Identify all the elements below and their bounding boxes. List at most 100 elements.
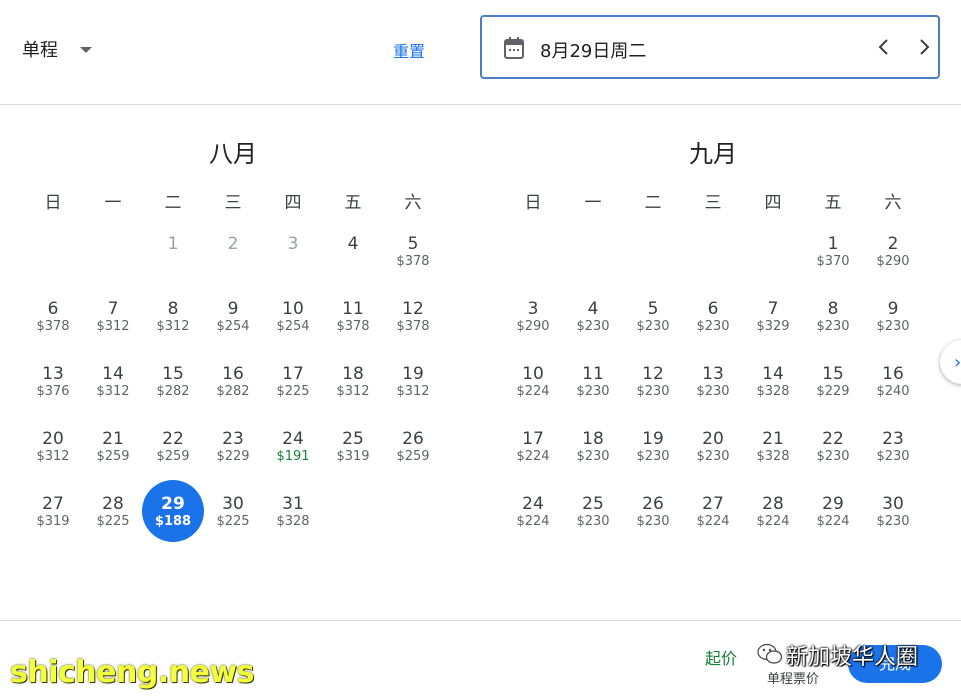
day-cell[interactable]: 5 $230	[623, 291, 683, 356]
day-cell[interactable]: 15 $229	[803, 356, 863, 421]
day-cell[interactable]: 19 $230	[623, 421, 683, 486]
day-cell[interactable]: 4 $230	[563, 291, 623, 356]
day-cell[interactable]: 12 $230	[623, 356, 683, 421]
day-cell[interactable]: 28 $225	[83, 486, 143, 551]
day-cell[interactable]: 13 $230	[683, 356, 743, 421]
day-cell[interactable]: 7 $329	[743, 291, 803, 356]
day-cell[interactable]: 16 $282	[203, 356, 263, 421]
day-cell[interactable]: 30 $225	[203, 486, 263, 551]
departure-date-field[interactable]: 8月29日周二	[480, 15, 940, 79]
month-title: 八月	[209, 140, 257, 168]
day-cell[interactable]: 5 $378	[383, 226, 443, 291]
weekday-header: 日一二三四五六	[23, 188, 443, 216]
day-cell[interactable]: 9 $254	[203, 291, 263, 356]
day-number: 24	[282, 429, 304, 449]
site-watermark: shicheng.news	[10, 655, 255, 690]
day-cell[interactable]: 26 $230	[623, 486, 683, 551]
day-number: 13	[42, 364, 64, 384]
day-cell[interactable]: 17 $224	[503, 421, 563, 486]
day-cell[interactable]: 1 $370	[803, 226, 863, 291]
chevron-right-icon[interactable]	[912, 35, 936, 59]
day-cell[interactable]: 8 $230	[803, 291, 863, 356]
day-number: 28	[762, 494, 784, 514]
day-number: 26	[402, 429, 424, 449]
day-cell[interactable]: 6 $230	[683, 291, 743, 356]
day-cell[interactable]: 20 $230	[683, 421, 743, 486]
month-title: 九月	[689, 140, 737, 168]
day-price: $230	[636, 319, 670, 334]
day-number: 16	[882, 364, 904, 384]
day-cell[interactable]: 10 $254	[263, 291, 323, 356]
day-cell[interactable]: 31 $328	[263, 486, 323, 551]
day-price: $254	[276, 319, 310, 334]
day-cell[interactable]: 6 $378	[23, 291, 83, 356]
day-cell[interactable]: 24 $191	[263, 421, 323, 486]
day-cell[interactable]: 17 $225	[263, 356, 323, 421]
day-cell[interactable]: 25 $319	[323, 421, 383, 486]
day-cell[interactable]: 18 $230	[563, 421, 623, 486]
day-price: $240	[876, 384, 910, 399]
day-cell[interactable]: 15 $282	[143, 356, 203, 421]
day-number: 3	[287, 234, 299, 254]
day-price: $259	[96, 449, 130, 464]
day-price: $312	[396, 384, 430, 399]
day-cell[interactable]: 19 $312	[383, 356, 443, 421]
day-cell[interactable]: 30 $230	[863, 486, 923, 551]
day-cell[interactable]: 4	[323, 226, 383, 291]
day-price: $229	[216, 449, 250, 464]
day-cell[interactable]: 27 $224	[683, 486, 743, 551]
day-cell[interactable]: 11 $378	[323, 291, 383, 356]
day-price: $328	[756, 449, 790, 464]
day-number: 3	[527, 299, 539, 319]
day-price: $230	[636, 384, 670, 399]
day-cell[interactable]: 21 $259	[83, 421, 143, 486]
day-price: $230	[576, 384, 610, 399]
chevron-down-icon	[80, 47, 92, 53]
weekday-label: 一	[104, 193, 122, 213]
day-cell[interactable]: 23 $230	[863, 421, 923, 486]
weekday-label: 四	[764, 193, 782, 213]
reset-button[interactable]: 重置	[393, 38, 425, 62]
day-cell[interactable]: 8 $312	[143, 291, 203, 356]
day-number: 11	[582, 364, 604, 384]
day-cell[interactable]: 3 $290	[503, 291, 563, 356]
day-cell[interactable]: 13 $376	[23, 356, 83, 421]
day-number: 27	[42, 494, 64, 514]
day-cell[interactable]: 9 $230	[863, 291, 923, 356]
day-cell[interactable]: 29 $224	[803, 486, 863, 551]
day-number: 25	[342, 429, 364, 449]
day-cell[interactable]: 10 $224	[503, 356, 563, 421]
day-price: $230	[636, 514, 670, 529]
day-cell[interactable]: 21 $328	[743, 421, 803, 486]
day-cell[interactable]: 16 $240	[863, 356, 923, 421]
chevron-left-icon[interactable]	[872, 35, 896, 59]
day-cell[interactable]: 2 $290	[863, 226, 923, 291]
day-cell[interactable]: 24 $224	[503, 486, 563, 551]
day-cell[interactable]: 14 $328	[743, 356, 803, 421]
day-cell[interactable]: 12 $378	[383, 291, 443, 356]
day-number: 11	[342, 299, 364, 319]
day-number: 6	[707, 299, 719, 319]
day-number: 14	[762, 364, 784, 384]
day-number: 18	[582, 429, 604, 449]
day-cell[interactable]: 11 $230	[563, 356, 623, 421]
day-number: 20	[702, 429, 724, 449]
day-cell[interactable]: 25 $230	[563, 486, 623, 551]
trip-type-dropdown[interactable]: 单程	[22, 36, 92, 62]
day-cell[interactable]: 26 $259	[383, 421, 443, 486]
day-cell[interactable]: 22 $230	[803, 421, 863, 486]
day-cell[interactable]: 22 $259	[143, 421, 203, 486]
day-cell-selected[interactable]: 29 $188	[142, 480, 204, 551]
day-cell[interactable]: 27 $319	[23, 486, 83, 551]
day-cell[interactable]: 28 $224	[743, 486, 803, 551]
day-cell[interactable]: 7 $312	[83, 291, 143, 356]
day-cell[interactable]: 14 $312	[83, 356, 143, 421]
day-price: $224	[696, 514, 730, 529]
weekday-label: 日	[44, 193, 62, 213]
day-cell[interactable]: 20 $312	[23, 421, 83, 486]
day-cell[interactable]: 18 $312	[323, 356, 383, 421]
day-cell[interactable]: 23 $229	[203, 421, 263, 486]
day-number: 12	[402, 299, 424, 319]
next-months-button[interactable]: ›	[940, 340, 961, 384]
day-number: 21	[102, 429, 124, 449]
